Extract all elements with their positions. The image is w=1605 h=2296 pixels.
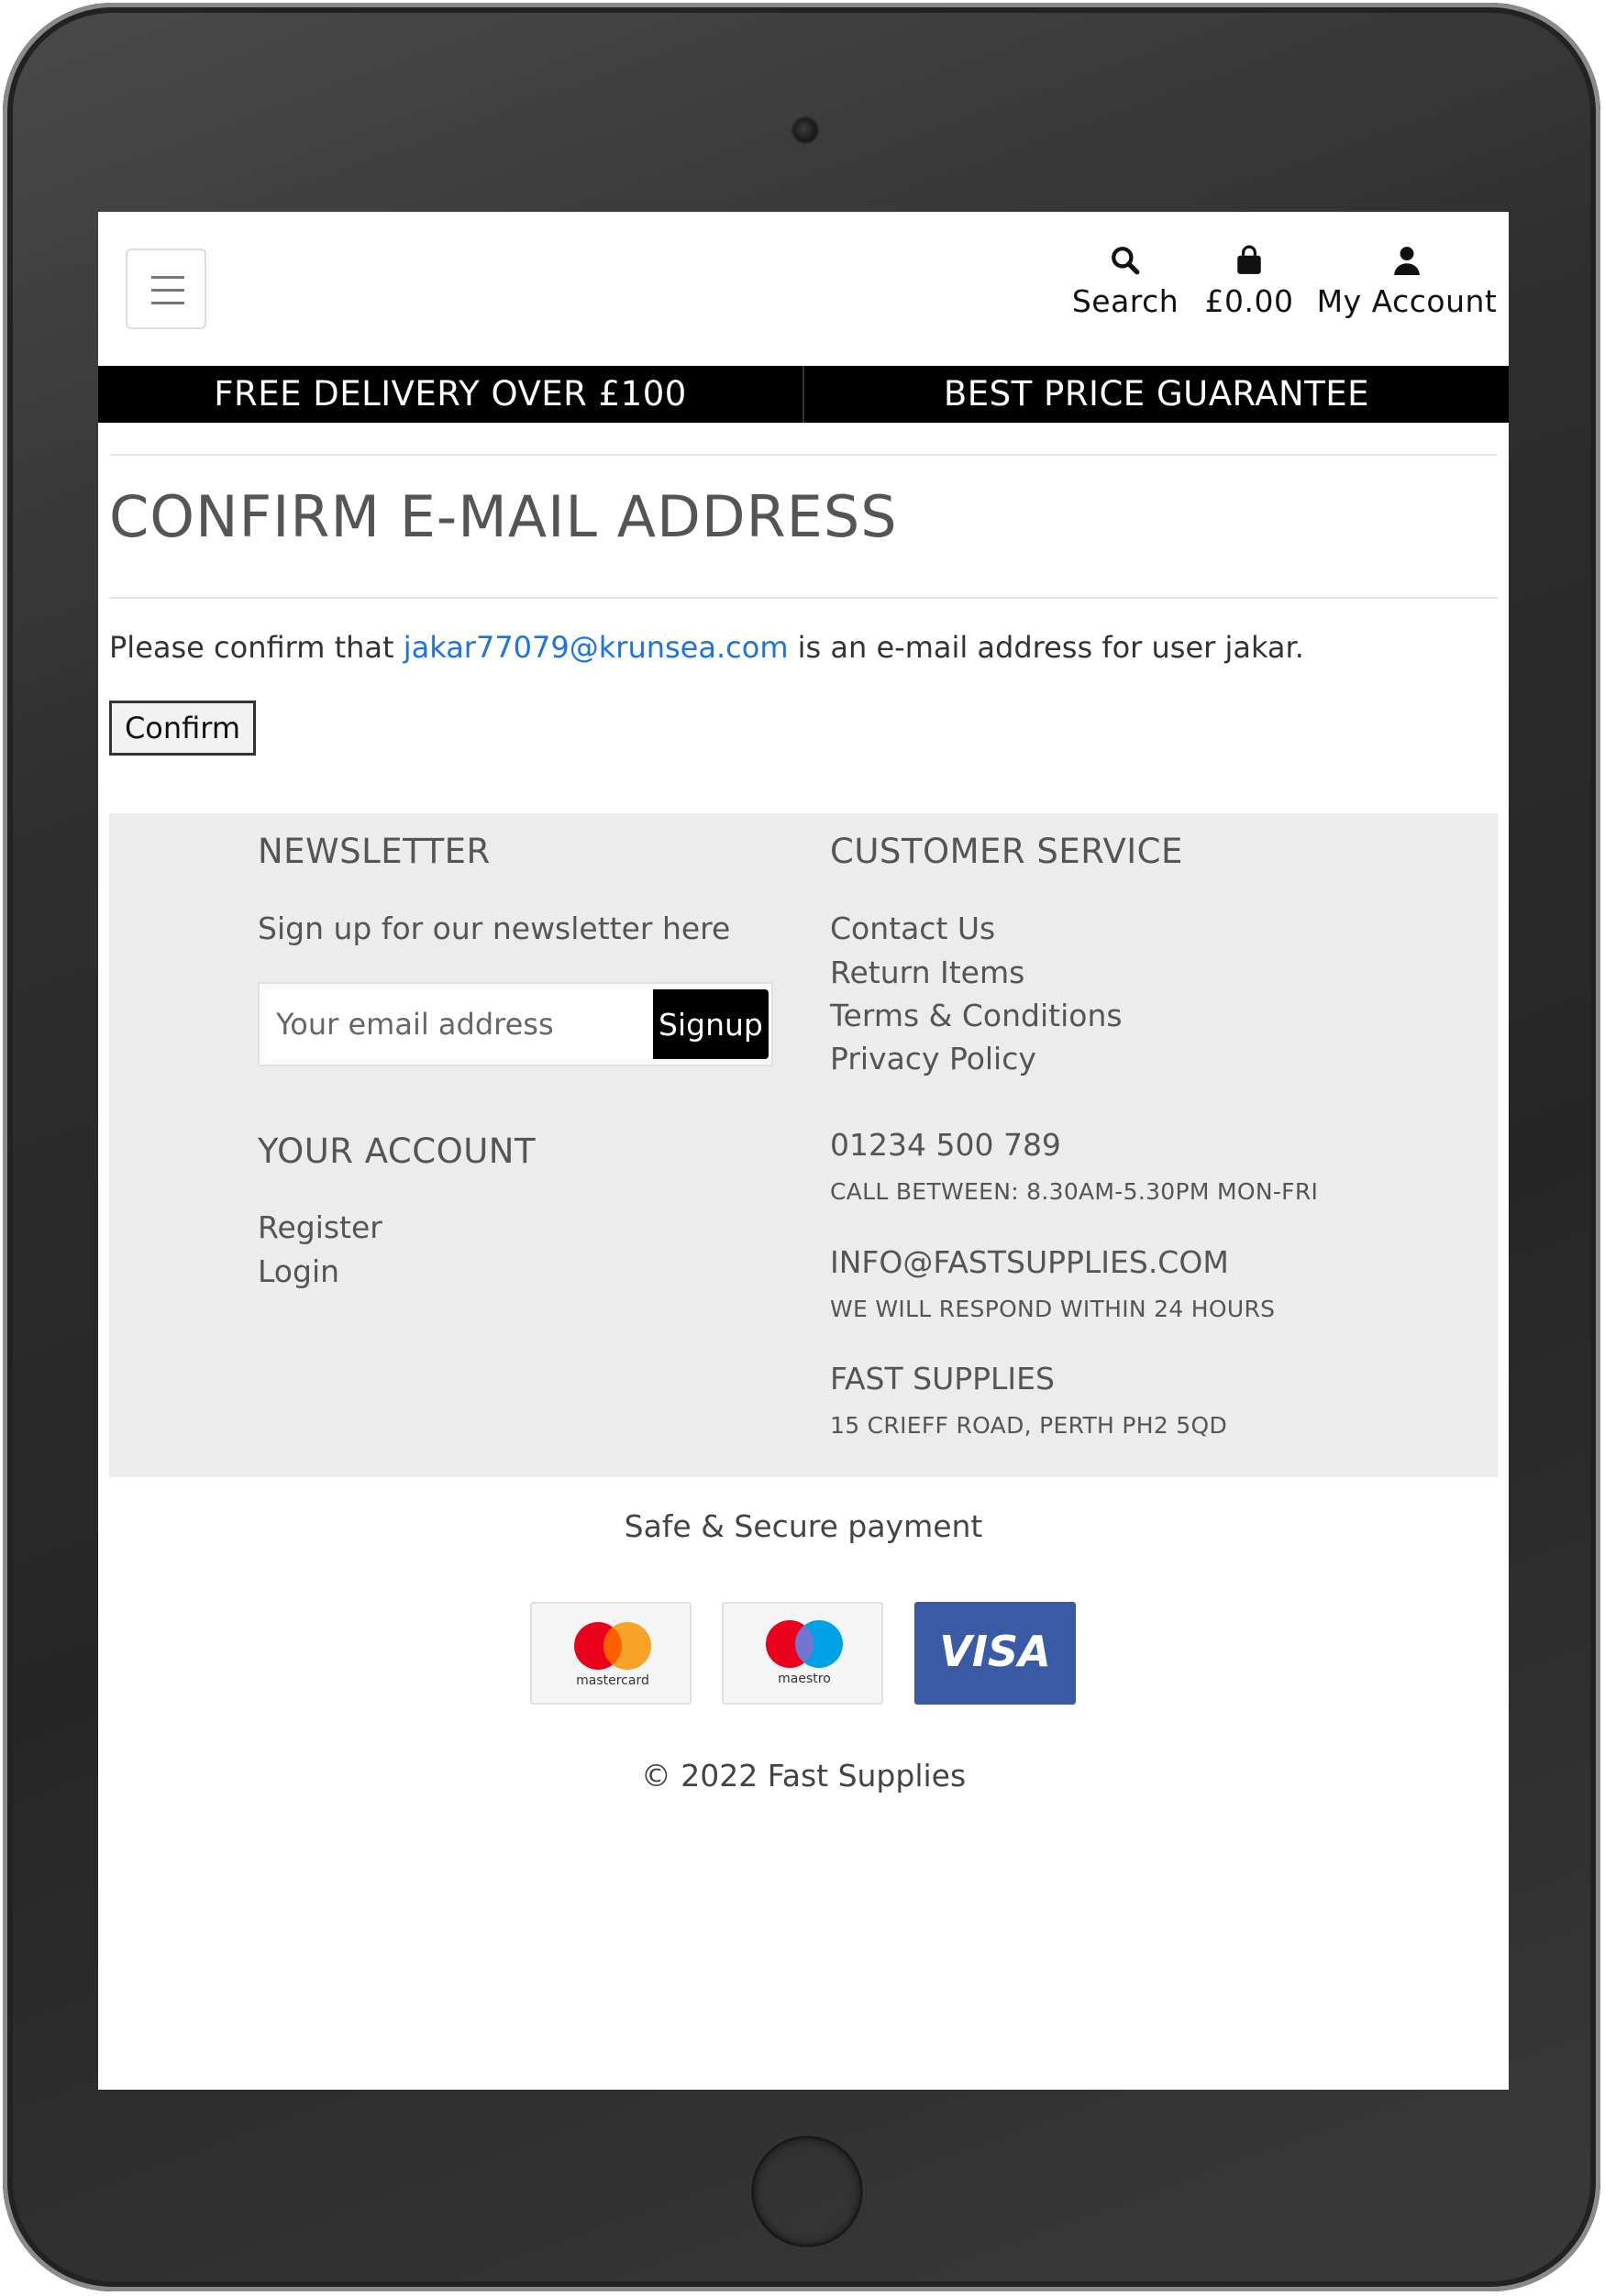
search-label: Search <box>1071 283 1179 319</box>
newsletter-form: Signup <box>258 982 773 1066</box>
footer-panel: NEWSLETTER Sign up for our newsletter he… <box>109 813 1498 1477</box>
promo-best-price: BEST PRICE GUARANTEE <box>943 374 1370 414</box>
top-navigation: Search £0.00 My Account <box>98 212 1509 366</box>
promo-free-delivery: FREE DELIVERY OVER £100 <box>214 374 687 414</box>
contact-email[interactable]: INFO@FASTSUPPLIES.COM <box>830 1244 1229 1280</box>
newsletter-email-input[interactable] <box>265 989 653 1059</box>
maestro-logo: maestro <box>722 1602 883 1705</box>
menu-line <box>151 276 184 279</box>
return-items-link[interactable]: Return Items <box>830 955 1024 990</box>
home-button[interactable] <box>751 2136 863 2247</box>
company-address: 15 CRIEFF ROAD, PERTH PH2 5QD <box>830 1412 1228 1439</box>
confirm-message-suffix: is an e-mail address for user jakar. <box>797 630 1304 665</box>
camera <box>793 118 817 142</box>
shopping-bag-icon <box>1237 245 1261 274</box>
cart-link[interactable]: £0.00 <box>1199 230 1300 340</box>
visa-logo: VISA <box>914 1602 1076 1705</box>
maestro-icon: maestro <box>766 1620 843 1686</box>
page-title: CONFIRM E-MAIL ADDRESS <box>109 483 898 550</box>
phone-hours: CALL BETWEEN: 8.30AM-5.30PM MON-FRI <box>830 1178 1319 1205</box>
terms-conditions-link[interactable]: Terms & Conditions <box>830 998 1123 1033</box>
newsletter-text: Sign up for our newsletter here <box>258 911 731 946</box>
tablet-frame: Search £0.00 My Account FREE DELIVERY OV… <box>3 3 1600 2291</box>
search-link[interactable]: Search <box>1061 230 1190 340</box>
privacy-policy-link[interactable]: Privacy Policy <box>830 1041 1036 1076</box>
divider <box>109 454 1498 456</box>
menu-line <box>151 302 184 304</box>
screen: Search £0.00 My Account FREE DELIVERY OV… <box>98 212 1509 2090</box>
phone-number: 01234 500 789 <box>830 1127 1061 1163</box>
signup-button[interactable]: Signup <box>653 989 769 1059</box>
email-response-note: WE WILL RESPOND WITHIN 24 HOURS <box>830 1296 1276 1322</box>
your-account-heading: YOUR ACCOUNT <box>258 1131 537 1171</box>
mastercard-wordmark: mastercard <box>576 1673 649 1688</box>
divider <box>109 597 1498 599</box>
mastercard-logo: mastercard <box>530 1602 692 1705</box>
visa-icon: VISA <box>939 1627 1050 1676</box>
secure-payment-text: Safe & Secure payment <box>624 1508 983 1544</box>
search-icon <box>1112 247 1140 275</box>
my-account-label: My Account <box>1316 283 1498 319</box>
confirm-message: Please confirm that jakar77079@krunsea.c… <box>109 630 1304 665</box>
my-account-link[interactable]: My Account <box>1311 230 1503 340</box>
promo-bar: FREE DELIVERY OVER £100 BEST PRICE GUARA… <box>98 366 1509 423</box>
confirm-email-link[interactable]: jakar77079@krunsea.com <box>404 630 789 665</box>
cart-total: £0.00 <box>1204 283 1294 319</box>
user-icon <box>1394 247 1420 275</box>
hamburger-menu-button[interactable] <box>126 248 206 329</box>
mastercard-icon: mastercard <box>574 1622 651 1688</box>
login-link[interactable]: Login <box>258 1253 339 1289</box>
copyright: © 2022 Fast Supplies <box>640 1758 967 1794</box>
confirm-button[interactable]: Confirm <box>109 701 256 756</box>
confirm-message-prefix: Please confirm that <box>109 630 394 665</box>
company-name: FAST SUPPLIES <box>830 1361 1055 1396</box>
newsletter-heading: NEWSLETTER <box>258 832 491 871</box>
visa-wordmark: VISA <box>939 1627 1050 1676</box>
register-link[interactable]: Register <box>258 1209 382 1245</box>
menu-line <box>151 289 184 292</box>
contact-us-link[interactable]: Contact Us <box>830 911 995 946</box>
maestro-wordmark: maestro <box>778 1672 831 1686</box>
customer-service-heading: CUSTOMER SERVICE <box>830 832 1183 871</box>
